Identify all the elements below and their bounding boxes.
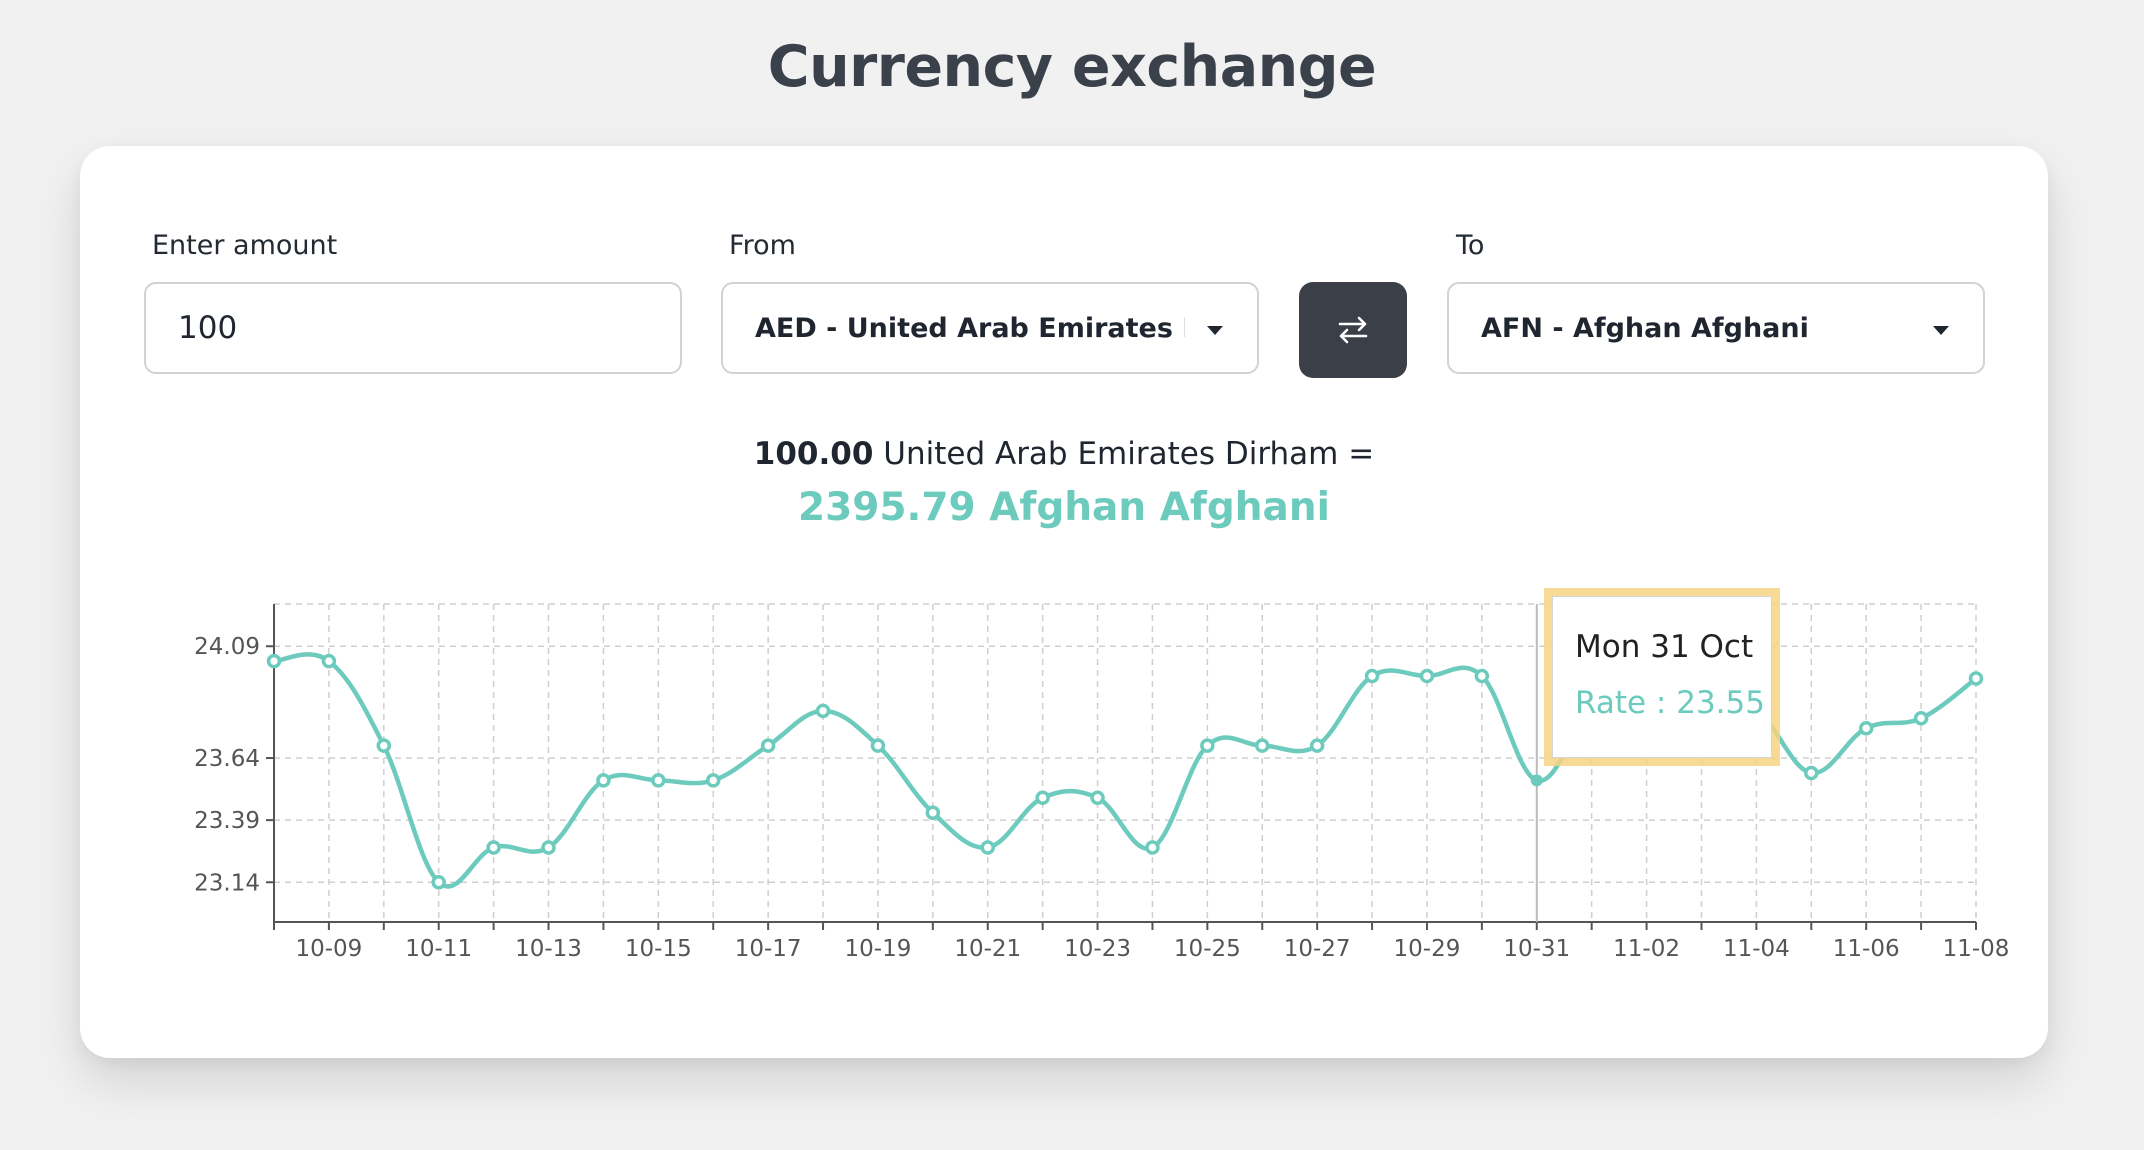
data-point: [541, 840, 556, 855]
from-label: From: [729, 230, 796, 261]
data-point: [870, 738, 886, 753]
x-tick-label: 10-17: [735, 936, 802, 962]
amount-input[interactable]: [146, 310, 680, 346]
amount-field-box[interactable]: [144, 282, 682, 374]
source-currency-text: United Arab Emirates Dirham =: [873, 436, 1375, 472]
x-tick-label: 10-25: [1174, 936, 1241, 962]
x-tick-label: 10-21: [954, 936, 1021, 962]
data-point: [266, 653, 282, 669]
conversion-result: 2395.79 Afghan Afghani: [798, 485, 1330, 530]
page-title: Currency exchange: [767, 34, 1377, 100]
swap-arrows-icon: [1338, 316, 1368, 344]
y-tick-label: 23.64: [194, 746, 260, 772]
x-tick-label: 11-06: [1833, 936, 1900, 962]
chart-tooltip: Mon 31 Oct Rate : 23.55: [1544, 588, 1780, 766]
data-point: [1968, 671, 1984, 686]
data-point: [376, 738, 392, 753]
data-point: [1255, 738, 1270, 753]
from-currency-select[interactable]: AED - United Arab Emirates Dirham: [721, 282, 1259, 374]
x-tick-label: 10-11: [405, 936, 472, 962]
data-point: [1309, 738, 1325, 753]
data-point: [925, 805, 941, 820]
data-point: [1090, 790, 1105, 806]
chevron-down-icon: [1933, 326, 1949, 335]
from-currency-value: AED - United Arab Emirates Dirham: [755, 312, 1185, 344]
to-label: To: [1456, 230, 1485, 261]
data-point: [980, 840, 995, 855]
data-point: [1858, 720, 1874, 736]
data-point: [651, 773, 666, 788]
y-tick-label: 23.39: [194, 808, 260, 834]
x-tick-label: 11-02: [1613, 936, 1680, 962]
data-point: [431, 875, 446, 890]
tooltip-rate: Rate : 23.55: [1575, 685, 1765, 721]
data-point: [596, 773, 611, 788]
to-currency-value: AFN - Afghan Afghani: [1481, 312, 1809, 344]
data-point: [1145, 840, 1160, 855]
data-point: [705, 773, 721, 788]
data-point: [760, 738, 776, 753]
active-data-point: [1530, 774, 1543, 787]
x-tick-label: 10-27: [1284, 936, 1351, 962]
x-tick-label: 10-23: [1064, 936, 1131, 962]
converter-card: Enter amount From AED - United Arab Emir…: [80, 146, 2048, 1058]
data-point: [1913, 711, 1929, 726]
data-point: [486, 840, 501, 855]
data-point: [1364, 668, 1380, 684]
to-currency-select[interactable]: AFN - Afghan Afghani: [1447, 282, 1985, 374]
swap-currencies-button[interactable]: [1299, 282, 1407, 378]
x-tick-label: 10-31: [1503, 936, 1570, 962]
conversion-source: 100.00 United Arab Emirates Dirham =: [80, 436, 2048, 472]
data-point: [1474, 668, 1490, 684]
x-tick-label: 10-19: [845, 936, 912, 962]
data-point: [1035, 790, 1050, 806]
x-tick-label: 11-04: [1723, 936, 1790, 962]
chevron-down-icon: [1207, 326, 1223, 335]
data-point: [1419, 668, 1435, 684]
source-amount: 100.00: [753, 436, 874, 472]
data-point: [1200, 738, 1215, 753]
y-tick-label: 24.09: [194, 634, 260, 660]
y-tick-label: 23.14: [194, 870, 260, 896]
amount-label: Enter amount: [152, 230, 338, 261]
x-tick-label: 10-29: [1394, 936, 1461, 962]
tooltip-date: Mon 31 Oct: [1575, 629, 1754, 665]
x-tick-label: 11-08: [1943, 936, 2010, 962]
data-point: [1804, 765, 1819, 781]
x-tick-label: 10-15: [625, 936, 692, 962]
data-point: [321, 653, 337, 669]
x-tick-label: 10-09: [295, 936, 362, 962]
x-tick-label: 10-13: [515, 936, 582, 962]
data-point: [815, 703, 831, 719]
